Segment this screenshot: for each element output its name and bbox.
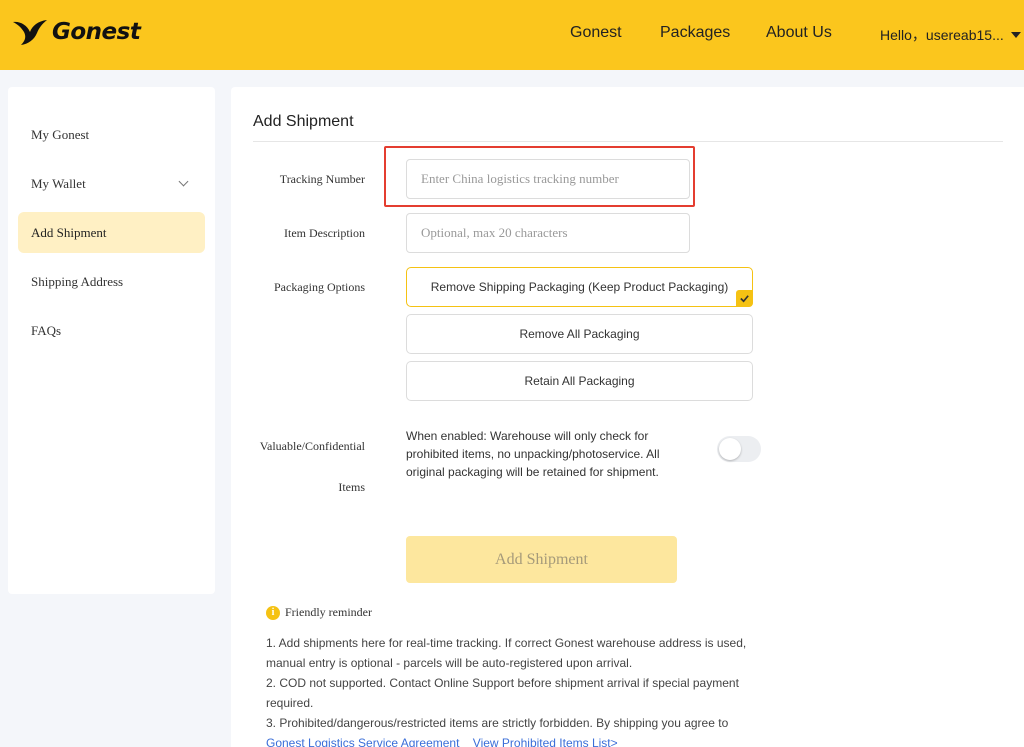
tracking-number-label: Tracking Number xyxy=(279,172,365,186)
sidebar-item-label: My Gonest xyxy=(31,126,90,142)
nav-gonest[interactable]: Gonest xyxy=(570,24,622,42)
valuable-items-toggle[interactable] xyxy=(717,436,761,462)
sidebar-item-label: My Wallet xyxy=(31,175,86,191)
reminder-text: 1. Add shipments here for real-time trac… xyxy=(266,633,766,747)
logo-text: Gonest xyxy=(52,19,141,45)
sidebar-item-label: FAQs xyxy=(31,322,62,338)
caret-down-icon xyxy=(1010,32,1021,38)
check-icon xyxy=(736,290,753,307)
sidebar-item-faqs[interactable]: FAQs xyxy=(18,310,205,351)
tracking-number-input[interactable] xyxy=(406,159,690,199)
toggle-knob xyxy=(719,438,741,460)
add-shipment-button[interactable]: Add Shipment xyxy=(406,536,677,583)
reminder-title: Friendly reminder xyxy=(285,605,372,619)
user-menu[interactable]: Hello，usereab15... xyxy=(880,25,1021,45)
reminder-line-3: 3. Prohibited/dangerous/restricted items… xyxy=(266,716,729,730)
valuable-label-line1: Valuable/Confidential xyxy=(259,439,365,453)
sidebar-item-shipping-address[interactable]: Shipping Address xyxy=(18,261,205,302)
valuable-label-line2: Items xyxy=(338,480,365,494)
bird-logo-icon xyxy=(13,20,47,45)
valuable-items-description: When enabled: Warehouse will only check … xyxy=(406,429,660,479)
sidebar-item-my-gonest[interactable]: My Gonest xyxy=(18,114,205,155)
prohibited-items-link[interactable]: View Prohibited Items List> xyxy=(473,736,618,747)
packaging-option-label: Remove Shipping Packaging (Keep Product … xyxy=(430,280,729,294)
sidebar: My Gonest My Wallet Add Shipment Shippin… xyxy=(8,87,215,594)
item-description-input[interactable] xyxy=(406,213,690,253)
sidebar-item-add-shipment[interactable]: Add Shipment xyxy=(18,212,205,253)
friendly-reminder-heading: i Friendly reminder xyxy=(266,605,372,620)
title-divider xyxy=(253,141,1003,142)
top-header: Gonest Gonest Packages About Us Hello，us… xyxy=(0,0,1024,70)
nav-packages[interactable]: Packages xyxy=(660,24,730,42)
reminder-links: Gonest Logistics Service Agreement View … xyxy=(266,733,766,747)
user-greeting: Hello，usereab15... xyxy=(880,27,1004,43)
packaging-option-remove-all[interactable]: Remove All Packaging xyxy=(406,314,753,354)
brand-logo[interactable]: Gonest xyxy=(12,18,141,46)
item-description-label: Item Description xyxy=(284,226,365,240)
chevron-down-icon xyxy=(178,176,189,187)
info-icon: i xyxy=(266,605,280,620)
sidebar-item-my-wallet[interactable]: My Wallet xyxy=(18,163,205,204)
page-title: Add Shipment xyxy=(253,113,354,130)
packaging-option-label: Remove All Packaging xyxy=(519,327,640,341)
packaging-option-retain-all[interactable]: Retain All Packaging xyxy=(406,361,753,401)
nav-about-us[interactable]: About Us xyxy=(766,24,832,42)
packaging-option-label: Retain All Packaging xyxy=(524,374,635,388)
packaging-options-label: Packaging Options xyxy=(274,280,365,294)
valuable-items-label: Valuable/Confidential Items xyxy=(231,426,365,508)
reminder-line-2: 2. COD not supported. Contact Online Sup… xyxy=(266,676,739,710)
sidebar-item-label: Add Shipment xyxy=(31,224,107,240)
sidebar-item-label: Shipping Address xyxy=(31,273,124,289)
packaging-option-remove-shipping[interactable]: Remove Shipping Packaging (Keep Product … xyxy=(406,267,753,307)
add-shipment-panel: Add Shipment Tracking Number Item Descri… xyxy=(231,87,1024,747)
reminder-line-1: 1. Add shipments here for real-time trac… xyxy=(266,636,747,670)
service-agreement-link[interactable]: Gonest Logistics Service Agreement xyxy=(266,736,459,747)
